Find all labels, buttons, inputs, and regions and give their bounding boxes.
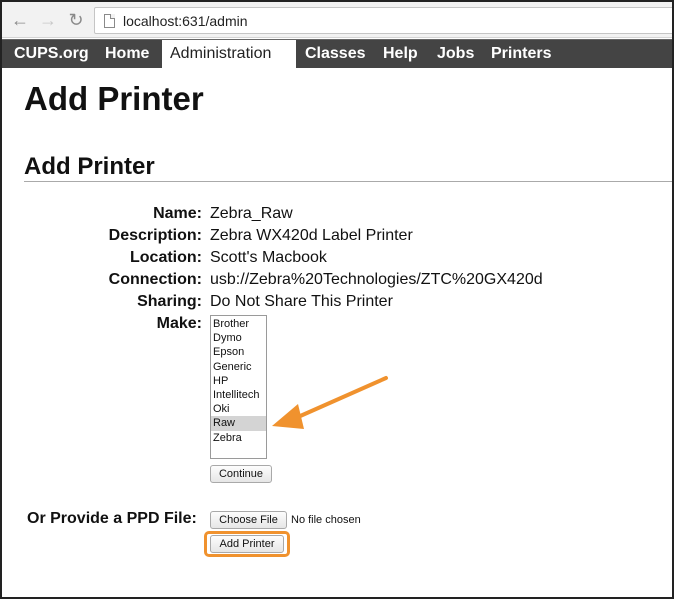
- connection-label: Connection:: [108, 271, 202, 288]
- make-option[interactable]: Dymo: [211, 331, 266, 345]
- choose-file-button[interactable]: Choose File: [210, 511, 287, 529]
- nav-administration[interactable]: Administration: [162, 40, 296, 68]
- name-label: Name:: [153, 205, 202, 222]
- nav-help[interactable]: Help: [375, 40, 426, 68]
- make-label: Make:: [156, 315, 202, 332]
- nav-classes[interactable]: Classes: [297, 40, 374, 68]
- description-value: Zebra WX420d Label Printer: [210, 227, 413, 244]
- section-divider: [24, 181, 672, 182]
- make-option[interactable]: Generic: [211, 360, 266, 374]
- continue-button[interactable]: Continue: [210, 465, 272, 483]
- page-icon: [104, 14, 115, 28]
- description-label: Description:: [108, 227, 202, 244]
- nav-jobs[interactable]: Jobs: [429, 40, 482, 68]
- nav-cups-org[interactable]: CUPS.org: [6, 40, 97, 68]
- sharing-value: Do Not Share This Printer: [210, 293, 393, 310]
- arrow-left-icon[interactable]: ←: [10, 10, 30, 30]
- sharing-label: Sharing:: [137, 293, 202, 310]
- browser-toolbar: ← → ↻ localhost:631/admin: [2, 2, 672, 38]
- make-option[interactable]: Intellitech: [211, 388, 266, 402]
- make-option[interactable]: Zebra: [211, 431, 266, 445]
- address-bar[interactable]: localhost:631/admin: [94, 7, 672, 34]
- location-label: Location:: [130, 249, 202, 266]
- name-value: Zebra_Raw: [210, 205, 293, 222]
- make-option-selected[interactable]: Raw: [211, 416, 266, 431]
- section-title: Add Printer: [24, 153, 155, 180]
- connection-value: usb://Zebra%20Technologies/ZTC%20GX420d: [210, 271, 543, 288]
- cups-nav-bar: CUPS.org Home Administration Classes Hel…: [2, 39, 672, 68]
- make-option[interactable]: Brother: [211, 317, 266, 331]
- no-file-text: No file chosen: [291, 514, 361, 526]
- ppd-file-label: Or Provide a PPD File:: [27, 510, 197, 527]
- nav-home[interactable]: Home: [97, 40, 157, 68]
- url-text: localhost:631/admin: [123, 13, 248, 29]
- make-select-list[interactable]: Brother Dymo Epson Generic HP Intellitec…: [210, 315, 267, 459]
- annotation-arrow-icon: [272, 376, 388, 429]
- make-option[interactable]: Oki: [211, 402, 266, 416]
- screenshot-frame: ← → ↻ localhost:631/admin CUPS.org Home …: [0, 0, 674, 599]
- nav-printers[interactable]: Printers: [483, 40, 559, 68]
- add-printer-button[interactable]: Add Printer: [210, 535, 284, 553]
- location-value: Scott's Macbook: [210, 249, 327, 266]
- reload-icon[interactable]: ↻: [66, 10, 86, 30]
- page-title: Add Printer: [24, 80, 204, 117]
- make-option[interactable]: Epson: [211, 345, 266, 359]
- arrow-right-icon[interactable]: →: [38, 10, 58, 30]
- make-option[interactable]: HP: [211, 374, 266, 388]
